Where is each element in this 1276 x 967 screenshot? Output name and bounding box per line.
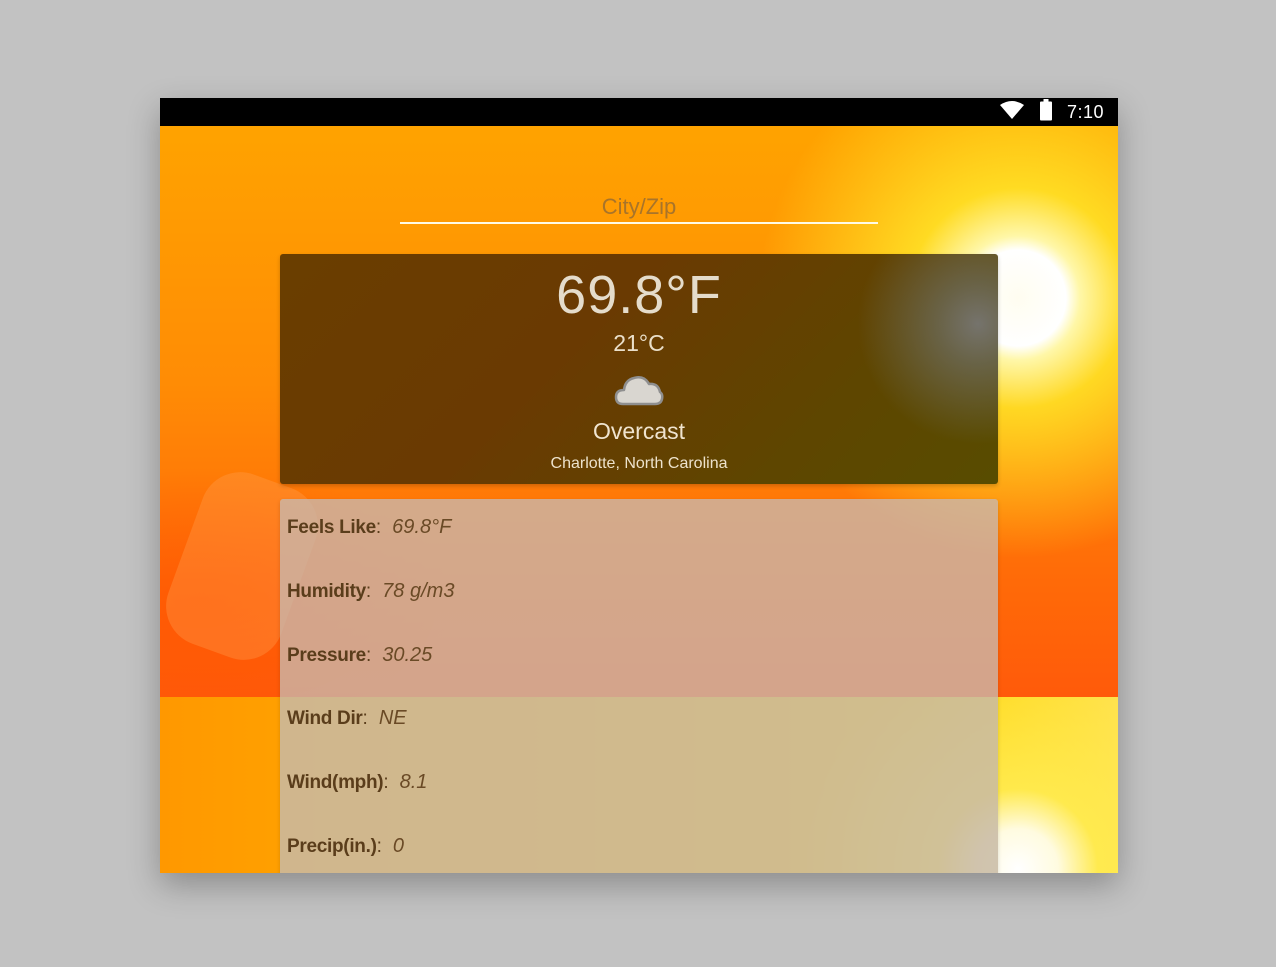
- detail-value: 78 g/m3: [382, 580, 455, 602]
- detail-label: Wind Dir: [287, 708, 363, 729]
- detail-label: Pressure: [287, 645, 366, 666]
- battery-icon: [1039, 98, 1053, 126]
- detail-colon: :: [362, 708, 368, 729]
- detail-value: 0: [392, 835, 405, 857]
- cloud-icon: [614, 372, 664, 408]
- weather-details-card: Feels Like: 69.8°F Humidity: 78 g/m3 Pre…: [280, 499, 998, 873]
- current-weather-card: 69.8°F 21°C Overcast Charlotte, North Ca…: [280, 254, 998, 484]
- detail-label: Precip(in.): [287, 836, 377, 857]
- detail-colon: :: [365, 645, 372, 666]
- detail-row-humidity: Humidity: 78 g/m3: [287, 580, 454, 608]
- device-screen: 7:10 69.8°F 21°C Overcast Charlotte, Nor…: [160, 98, 1118, 873]
- detail-value: NE: [378, 707, 407, 729]
- detail-colon: :: [376, 836, 382, 857]
- sunny-background: 69.8°F 21°C Overcast Charlotte, North Ca…: [160, 126, 1118, 873]
- search-field[interactable]: [400, 192, 878, 224]
- temperature-celsius: 21°C: [613, 330, 665, 356]
- detail-row-precip: Precip(in.): 0: [287, 835, 404, 863]
- detail-colon: :: [383, 772, 389, 793]
- detail-row-wind-dir: Wind Dir: NE: [287, 707, 407, 735]
- detail-value: 30.25: [382, 644, 433, 666]
- detail-label: Wind(mph): [287, 772, 384, 793]
- temperature-fahrenheit: 69.8°F: [556, 265, 722, 325]
- detail-row-wind-mph: Wind(mph): 8.1: [287, 771, 427, 799]
- detail-value: 69.8°F: [392, 516, 452, 538]
- detail-colon: :: [365, 581, 372, 602]
- detail-row-feels-like: Feels Like: 69.8°F: [287, 516, 451, 544]
- detail-value: 8.1: [399, 771, 428, 793]
- detail-row-pressure: Pressure: 30.25: [287, 644, 432, 672]
- wifi-icon: [999, 100, 1025, 125]
- detail-label: Humidity: [287, 581, 366, 602]
- detail-colon: :: [375, 517, 382, 538]
- status-bar: 7:10: [160, 98, 1118, 126]
- city-zip-input[interactable]: [400, 192, 878, 222]
- condition-text: Overcast: [592, 418, 686, 444]
- status-icons: 7:10: [999, 98, 1104, 126]
- detail-label: Feels Like: [287, 517, 376, 538]
- status-time: 7:10: [1066, 101, 1104, 122]
- location-text: Charlotte, North Carolina: [550, 455, 728, 472]
